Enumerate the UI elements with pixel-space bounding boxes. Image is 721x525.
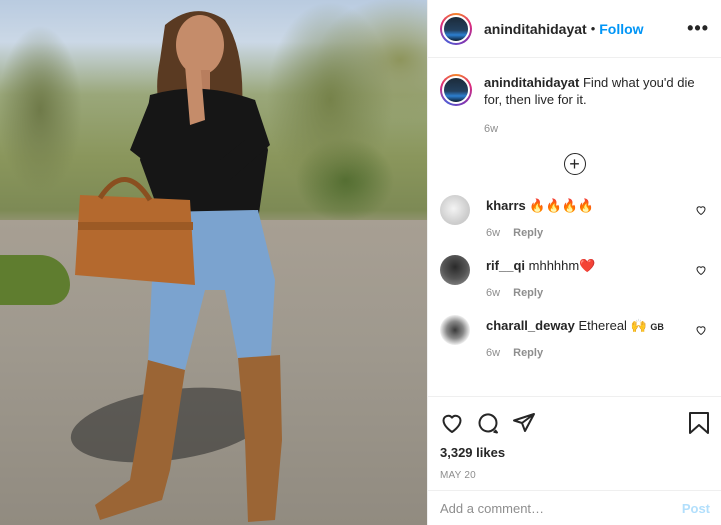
comment-icon[interactable]	[476, 411, 500, 435]
header-separator: •	[590, 21, 596, 36]
plus-circle-icon[interactable]: +	[563, 153, 586, 175]
comment-like-heart-icon[interactable]	[695, 204, 707, 216]
post-details-panel: aninditahidayat • Follow ••• aninditahid…	[427, 0, 721, 525]
commenter-avatar[interactable]	[440, 255, 470, 285]
post-photo[interactable]	[0, 0, 427, 525]
paper-plane-icon[interactable]	[512, 411, 536, 435]
comment-age: 6w	[486, 287, 501, 299]
commenter-avatar[interactable]	[440, 195, 470, 225]
caption-age: 6w	[484, 123, 499, 135]
comment-like-heart-icon[interactable]	[695, 324, 707, 336]
heart-icon[interactable]	[440, 411, 464, 435]
comment-username[interactable]: charall_deway	[486, 318, 575, 333]
commenter-avatar[interactable]	[440, 315, 470, 345]
caption-text-block: aninditahidayat Find what you'd die for,…	[484, 74, 709, 108]
comment-item: rif__qi mhhhhm❤️ 6w Reply	[440, 255, 709, 299]
post-comment-button[interactable]: Post	[682, 501, 710, 516]
comment-item: charall_deway Ethereal 🙌 GB 6w Reply	[440, 315, 709, 359]
bookmark-icon[interactable]	[688, 411, 710, 435]
comment-extra: GB	[650, 322, 664, 332]
post-date: MAY 20	[440, 470, 476, 481]
post-header: aninditahidayat • Follow •••	[428, 0, 721, 58]
comment-age: 6w	[486, 347, 501, 359]
likes-count[interactable]: 3,329 likes	[440, 445, 710, 460]
comments-section: aninditahidayat Find what you'd die for,…	[428, 58, 721, 396]
reply-button[interactable]: Reply	[513, 227, 543, 239]
author-avatar[interactable]	[440, 12, 472, 45]
reply-button[interactable]: Reply	[513, 287, 543, 299]
follow-button[interactable]: Follow	[599, 21, 643, 37]
reply-button[interactable]: Reply	[513, 347, 543, 359]
caption-username[interactable]: aninditahidayat	[484, 75, 579, 90]
comment-age: 6w	[486, 227, 501, 239]
post-actions: 3,329 likes MAY 20	[428, 396, 721, 481]
add-comment-input[interactable]	[440, 500, 682, 516]
caption: aninditahidayat Find what you'd die for,…	[440, 74, 709, 135]
comment-username[interactable]: kharrs	[486, 198, 526, 213]
author-username[interactable]: aninditahidayat	[484, 21, 587, 37]
comment-username[interactable]: rif__qi	[486, 258, 525, 273]
load-more-comments[interactable]: +	[440, 153, 709, 175]
comment-text: 🔥🔥🔥🔥	[529, 198, 595, 213]
caption-author-avatar[interactable]	[440, 74, 472, 106]
comment-text: Ethereal 🙌	[578, 318, 647, 333]
comment-like-heart-icon[interactable]	[695, 264, 707, 276]
photo-woman	[75, 11, 282, 522]
more-horizontal-icon[interactable]: •••	[687, 18, 709, 39]
comment-item: kharrs 🔥🔥🔥🔥 6w Reply	[440, 195, 709, 239]
add-comment-bar: Post	[428, 490, 721, 525]
comment-text: mhhhhm❤️	[528, 258, 596, 273]
